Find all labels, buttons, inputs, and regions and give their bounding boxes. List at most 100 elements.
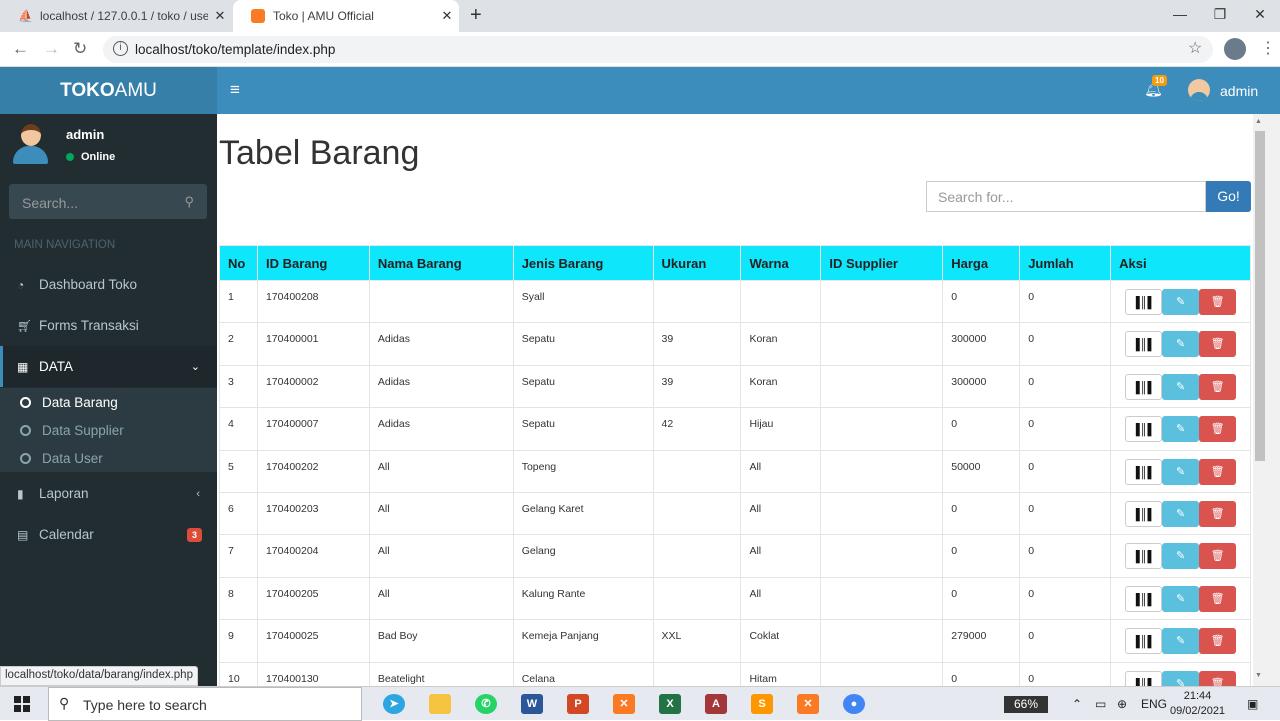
edit-button[interactable]: ✎: [1162, 331, 1200, 358]
powerpoint-icon[interactable]: P: [567, 694, 589, 714]
sidebar-search-input[interactable]: Search... ⚲: [9, 184, 207, 219]
pencil-icon: ✎: [1176, 550, 1186, 563]
brand-logo[interactable]: TOKO AMU: [0, 67, 217, 114]
barcode-button[interactable]: ▐║▌: [1125, 289, 1163, 315]
browser-tab-toko[interactable]: Toko | AMU Official ✕: [233, 0, 459, 32]
language-indicator[interactable]: ENG: [1141, 697, 1167, 711]
table-cell: 0: [942, 407, 1021, 451]
delete-button[interactable]: 🗑︎: [1199, 500, 1237, 527]
forward-icon[interactable]: →: [43, 39, 60, 59]
sidebar-subitem-data-barang[interactable]: Data Barang: [0, 388, 217, 416]
whatsapp-icon[interactable]: ✆: [475, 694, 497, 714]
close-window-icon[interactable]: ✕: [1240, 6, 1280, 23]
windows-start-icon[interactable]: [14, 696, 30, 712]
delete-button[interactable]: 🗑︎: [1199, 331, 1237, 358]
barcode-button[interactable]: ▐║▌: [1125, 331, 1163, 358]
edit-button[interactable]: ✎: [1162, 670, 1200, 686]
taskbar-clock[interactable]: 21:44 09/02/2021: [1170, 689, 1225, 719]
sidebar-item-calendar[interactable]: ▤ Calendar 3: [0, 514, 217, 555]
barcode-button[interactable]: ▐║▌: [1125, 500, 1163, 527]
battery-icon[interactable]: ▭: [1095, 697, 1106, 711]
site-info-icon[interactable]: i: [113, 41, 128, 56]
barcode-button[interactable]: ▐║▌: [1125, 670, 1163, 686]
table-cell: 3: [219, 364, 258, 409]
edit-button[interactable]: ✎: [1162, 416, 1200, 443]
minimize-icon[interactable]: —: [1160, 6, 1200, 22]
edit-button[interactable]: ✎: [1162, 458, 1200, 485]
table-cell: Hijau: [740, 407, 822, 451]
delete-button[interactable]: 🗑︎: [1199, 670, 1237, 686]
maximize-icon[interactable]: ❐: [1200, 6, 1240, 23]
edit-button[interactable]: ✎: [1162, 373, 1200, 400]
globe-icon[interactable]: ⊕: [1117, 697, 1127, 711]
edit-button[interactable]: ✎: [1162, 628, 1200, 655]
xampp-control-icon[interactable]: ✕: [797, 694, 819, 714]
table-row: 5 170400202 All Topeng All 50000 0 ▐║▌ ✎ 🗑︎: [219, 449, 1251, 493]
sidebar-item-data[interactable]: ▦ DATA ⌄: [0, 346, 217, 387]
delete-button[interactable]: 🗑︎: [1199, 585, 1237, 612]
sidebar-subitem-data-user[interactable]: Data User: [0, 444, 217, 472]
delete-button[interactable]: 🗑︎: [1199, 289, 1237, 315]
sidebar-item-forms-transaksi[interactable]: 🛒︎ Forms Transaksi: [0, 305, 217, 346]
scrollbar-thumb[interactable]: [1255, 131, 1265, 461]
edit-button[interactable]: ✎: [1162, 289, 1200, 315]
chevron-up-icon[interactable]: ⌃: [1072, 697, 1082, 711]
search-icon[interactable]: ⚲: [184, 194, 194, 210]
word-icon[interactable]: W: [521, 694, 543, 714]
sidebar-subitem-data-supplier[interactable]: Data Supplier: [0, 416, 217, 444]
new-tab-icon[interactable]: +: [470, 4, 482, 27]
url-input[interactable]: i localhost/toko/template/index.php: [103, 36, 1213, 63]
close-tab-icon[interactable]: ✕: [208, 8, 232, 24]
sidebar-item-dashboard[interactable]: ◔ Dashboard Toko: [0, 264, 217, 305]
delete-button[interactable]: 🗑︎: [1199, 458, 1237, 485]
barcode-button[interactable]: ▐║▌: [1125, 373, 1163, 400]
delete-button[interactable]: 🗑︎: [1199, 543, 1237, 570]
barcode-icon: ▐║▌: [1131, 593, 1156, 606]
xampp-icon[interactable]: ✕: [613, 694, 635, 714]
barcode-icon: ▐║▌: [1131, 508, 1156, 521]
browser-menu-icon[interactable]: ⋮: [1260, 38, 1276, 58]
barcode-button[interactable]: ▐║▌: [1125, 458, 1163, 485]
delete-button[interactable]: 🗑︎: [1199, 373, 1237, 400]
notifications-icon[interactable]: ▣: [1247, 697, 1258, 711]
telegram-icon[interactable]: ➤: [383, 694, 405, 714]
table-cell: XXL: [652, 619, 742, 663]
barcode-button[interactable]: ▐║▌: [1125, 416, 1163, 443]
barcode-button[interactable]: ▐║▌: [1125, 628, 1163, 655]
excel-icon[interactable]: X: [659, 694, 681, 714]
table-search-input[interactable]: Search for...: [926, 181, 1206, 212]
dashboard-icon: ◔: [17, 277, 25, 292]
delete-button[interactable]: 🗑︎: [1199, 416, 1237, 443]
barcode-icon: ▐║▌: [1131, 424, 1156, 437]
battery-indicator[interactable]: 66%: [1004, 696, 1048, 713]
sublime-text-icon[interactable]: S: [751, 694, 773, 714]
file-explorer-icon[interactable]: [429, 694, 451, 714]
table-cell: 170400208: [256, 279, 370, 324]
go-button[interactable]: Go!: [1206, 181, 1251, 212]
sidebar-toggle-icon[interactable]: ≡: [230, 80, 240, 100]
user-avatar[interactable]: [1188, 79, 1210, 101]
delete-button[interactable]: 🗑︎: [1199, 628, 1237, 655]
taskbar-search-input[interactable]: ⚲ Type here to search: [48, 687, 362, 721]
profile-avatar[interactable]: [1224, 38, 1246, 60]
bookmark-star-icon[interactable]: ☆: [1188, 38, 1202, 58]
sidebar-item-laporan[interactable]: ▮ Laporan ‹: [0, 473, 217, 514]
edit-button[interactable]: ✎: [1162, 585, 1200, 612]
scroll-down-icon[interactable]: ▼: [1255, 672, 1262, 679]
table-cell: Sepatu: [512, 364, 654, 409]
scroll-up-icon[interactable]: ▲: [1255, 118, 1262, 125]
edit-button[interactable]: ✎: [1162, 543, 1200, 570]
user-menu-name[interactable]: admin: [1220, 83, 1258, 99]
back-icon[interactable]: ←: [12, 39, 29, 59]
browser-tab-phpmyadmin[interactable]: ⛵ localhost / 127.0.0.1 / toko / user ✕: [0, 0, 232, 32]
reload-icon[interactable]: ↻: [73, 39, 87, 59]
barcode-button[interactable]: ▐║▌: [1125, 585, 1163, 612]
barcode-button[interactable]: ▐║▌: [1125, 543, 1163, 570]
chrome-icon[interactable]: ●: [843, 694, 865, 714]
sidebar-item-label: Calendar: [39, 527, 94, 542]
edit-button[interactable]: ✎: [1162, 500, 1200, 527]
access-icon[interactable]: A: [705, 694, 727, 714]
close-tab-icon[interactable]: ✕: [435, 8, 459, 24]
table-cell: 0: [1019, 407, 1112, 451]
vertical-scrollbar[interactable]: ▲ ▼: [1253, 114, 1280, 686]
